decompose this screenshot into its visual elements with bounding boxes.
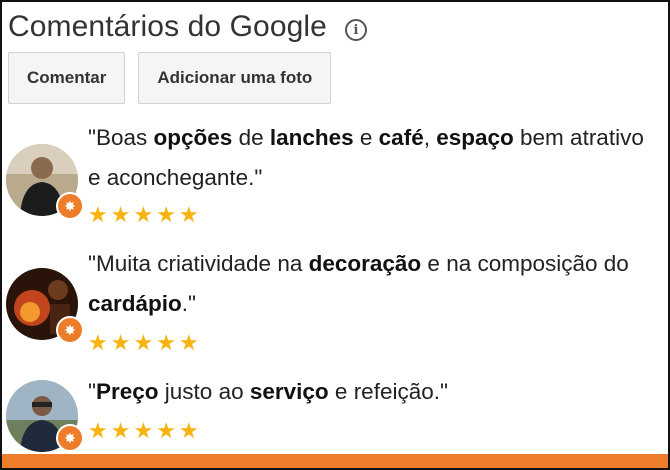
review-text-segment: " [88, 379, 96, 404]
review-text-segment: e refeição." [328, 379, 448, 404]
comment-button[interactable]: Comentar [8, 52, 126, 104]
star-icon: ★ [110, 202, 134, 227]
star-icon: ★ [156, 418, 179, 443]
panel-title: Comentários do Google [8, 10, 327, 43]
review-text-segment: , [423, 125, 437, 150]
star-icon: ★ [88, 202, 111, 227]
star-icon: ★ [88, 330, 111, 355]
review-text-segment: "Muita criatividade na [88, 251, 309, 276]
review-highlight: café [378, 125, 424, 150]
review-highlight: espaço [436, 125, 514, 150]
star-icon: ★ [88, 418, 111, 443]
review-text-segment: "Boas [88, 125, 154, 150]
star-icon: ★ [156, 202, 179, 227]
star-rating: ★★★★★ [88, 418, 202, 444]
star-rating: ★★★★★ [88, 330, 202, 356]
action-buttons: Comentar Adicionar uma foto [8, 52, 332, 104]
local-guide-badge-icon: ✸ [56, 192, 84, 220]
review-highlight: Preço [96, 379, 159, 404]
review-text-segment: e na composição do [421, 251, 629, 276]
star-icon: ★ [156, 330, 179, 355]
review-text-segment: de [232, 125, 270, 150]
review-highlight: decoração [308, 251, 422, 276]
review-text-segment: ." [181, 291, 197, 316]
panel-header: Comentários do Google i [8, 10, 367, 44]
star-icon: ★ [110, 330, 134, 355]
google-reviews-panel: Comentários do Google i Comentar Adicion… [0, 0, 670, 470]
review-highlight: cardápio [88, 291, 182, 316]
star-icon: ★ [110, 418, 134, 443]
review-text-segment: e [353, 125, 379, 150]
local-guide-badge-icon: ✸ [56, 316, 84, 344]
accent-bar [2, 454, 668, 468]
review-text: "Boas opções de lanches e café, espaço b… [88, 118, 658, 198]
review-highlight: lanches [269, 125, 354, 150]
star-rating: ★★★★★ [88, 202, 202, 228]
review-highlight: serviço [249, 379, 329, 404]
review-text-segment: justo ao [158, 379, 250, 404]
info-icon[interactable]: i [344, 19, 367, 41]
local-guide-badge-icon: ✸ [56, 424, 84, 452]
review-text: "Muita criatividade na decoração e na co… [88, 244, 658, 324]
review-highlight: opções [153, 125, 233, 150]
star-icon: ★ [178, 202, 202, 227]
review-text: "Preço justo ao serviço e refeição." [88, 372, 658, 412]
add-photo-button[interactable]: Adicionar uma foto [138, 52, 332, 104]
star-icon: ★ [133, 418, 157, 443]
star-icon: ★ [133, 202, 157, 227]
star-icon: ★ [178, 418, 202, 443]
star-icon: ★ [133, 330, 157, 355]
star-icon: ★ [178, 330, 202, 355]
